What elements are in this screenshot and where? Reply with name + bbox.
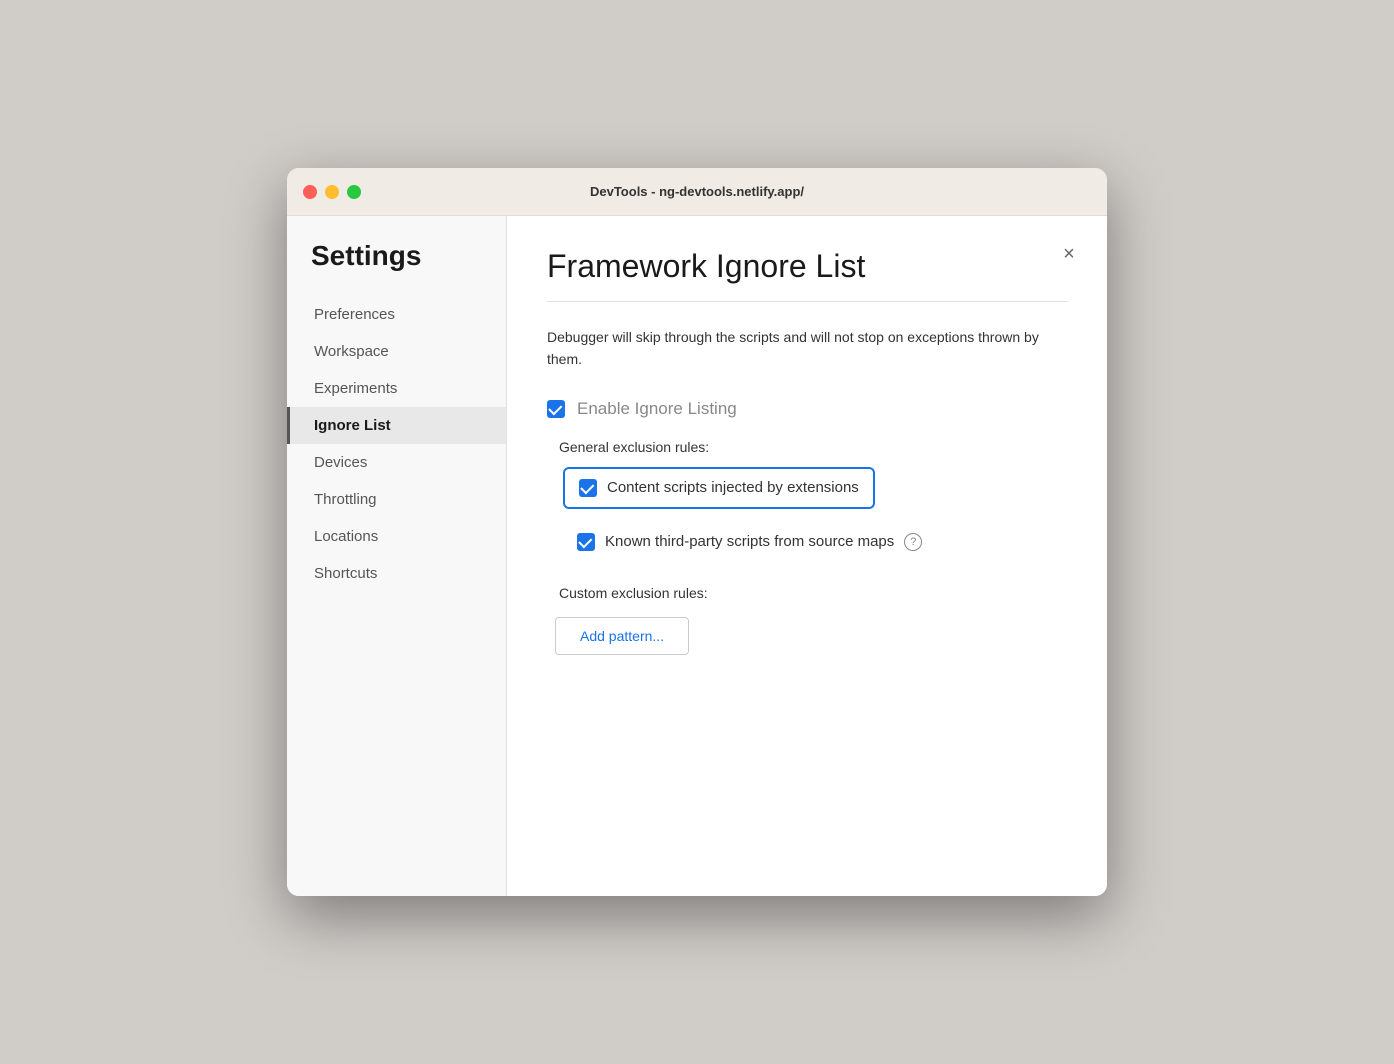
enable-ignore-listing-row: Enable Ignore Listing	[547, 399, 1067, 419]
enable-ignore-listing-label: Enable Ignore Listing	[577, 399, 737, 419]
sidebar-item-ignore-list[interactable]: Ignore List	[287, 407, 506, 444]
third-party-scripts-label: Known third-party scripts from source ma…	[605, 533, 894, 550]
sidebar-heading: Settings	[287, 240, 506, 296]
minimize-window-button[interactable]	[325, 185, 339, 199]
titlebar-title: DevTools - ng-devtools.netlify.app/	[590, 184, 804, 199]
sidebar-item-workspace[interactable]: Workspace	[287, 333, 506, 370]
custom-exclusion-label: Custom exclusion rules:	[559, 585, 1067, 601]
window-controls	[303, 185, 361, 199]
sidebar-item-devices[interactable]: Devices	[287, 444, 506, 481]
help-icon[interactable]: ?	[904, 533, 922, 551]
titlebar: DevTools - ng-devtools.netlify.app/	[287, 168, 1107, 216]
add-pattern-button[interactable]: Add pattern...	[555, 617, 689, 655]
general-exclusion-label: General exclusion rules:	[559, 439, 1067, 455]
custom-exclusion-section: Custom exclusion rules: Add pattern...	[555, 585, 1067, 655]
close-window-button[interactable]	[303, 185, 317, 199]
enable-ignore-listing-checkbox[interactable]	[547, 400, 565, 418]
devtools-window: DevTools - ng-devtools.netlify.app/ Sett…	[287, 168, 1107, 896]
maximize-window-button[interactable]	[347, 185, 361, 199]
sidebar-item-shortcuts[interactable]: Shortcuts	[287, 555, 506, 592]
sidebar-item-locations[interactable]: Locations	[287, 518, 506, 555]
sidebar-item-throttling[interactable]: Throttling	[287, 481, 506, 518]
content-area: Settings Preferences Workspace Experimen…	[287, 216, 1107, 896]
rule-content-scripts: Content scripts injected by extensions	[563, 467, 875, 509]
sidebar-item-experiments[interactable]: Experiments	[287, 370, 506, 407]
third-party-scripts-checkbox[interactable]	[577, 533, 595, 551]
content-scripts-checkbox[interactable]	[579, 479, 597, 497]
close-dialog-button[interactable]: ×	[1055, 240, 1083, 268]
description: Debugger will skip through the scripts a…	[547, 326, 1067, 371]
sidebar: Settings Preferences Workspace Experimen…	[287, 216, 507, 896]
rules-container: General exclusion rules: Content scripts…	[555, 439, 1067, 655]
divider	[547, 301, 1067, 302]
rule-third-party-scripts: Known third-party scripts from source ma…	[563, 523, 1067, 561]
exclusion-rules: Content scripts injected by extensions K…	[563, 467, 1067, 561]
page-title: Framework Ignore List	[547, 248, 1067, 285]
main-content: × Framework Ignore List Debugger will sk…	[507, 216, 1107, 896]
sidebar-item-preferences[interactable]: Preferences	[287, 296, 506, 333]
content-scripts-label: Content scripts injected by extensions	[607, 479, 859, 496]
